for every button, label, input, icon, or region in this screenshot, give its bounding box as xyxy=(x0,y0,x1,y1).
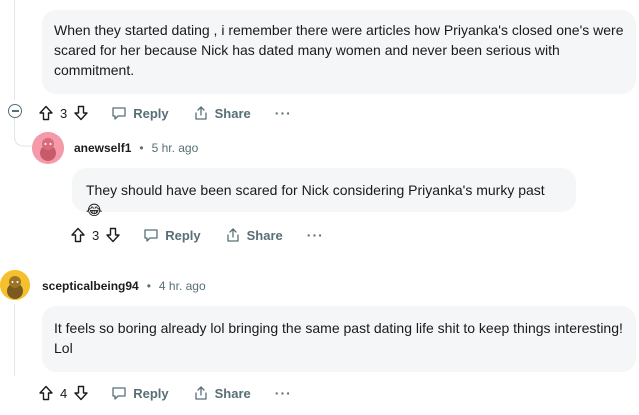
comment-header: anewself1 • 5 hr. ago xyxy=(74,141,198,155)
reply-button[interactable]: Reply xyxy=(111,105,169,121)
share-label: Share xyxy=(246,227,283,243)
reply-button[interactable]: Reply xyxy=(111,385,169,401)
comment-body: They should have been scared for Nick co… xyxy=(72,168,576,218)
avatar[interactable] xyxy=(32,132,64,164)
share-icon xyxy=(193,105,209,121)
comment-actions: 3 Reply Share ··· xyxy=(38,101,292,125)
separator-dot: • xyxy=(139,141,144,155)
reply-label: Reply xyxy=(165,227,201,243)
comment-text: It feels so boring already lol bringing … xyxy=(54,320,623,356)
upvote-icon[interactable] xyxy=(38,105,54,121)
more-options-button[interactable]: ··· xyxy=(275,105,292,121)
username[interactable]: scepticalbeing94 xyxy=(42,279,139,293)
thread-line xyxy=(14,0,15,100)
share-label: Share xyxy=(214,105,251,121)
vote-count: 4 xyxy=(60,385,68,401)
upvote-icon[interactable] xyxy=(38,385,54,401)
share-icon xyxy=(193,385,209,401)
timestamp[interactable]: 4 hr. ago xyxy=(159,279,206,293)
avatar[interactable] xyxy=(0,270,30,300)
reply-label: Reply xyxy=(133,385,169,401)
share-button[interactable]: Share xyxy=(193,385,251,401)
comment-body: It feels so boring already lol bringing … xyxy=(42,306,636,372)
comment-icon xyxy=(143,227,159,243)
separator-dot: • xyxy=(146,279,151,293)
vote-count: 3 xyxy=(60,105,68,121)
more-options-button[interactable]: ··· xyxy=(275,385,292,401)
vote-count: 3 xyxy=(92,227,100,243)
share-label: Share xyxy=(214,385,251,401)
comment-text: They should have been scared for Nick co… xyxy=(86,182,545,218)
comment-actions: 4 Reply Share ··· xyxy=(38,381,292,405)
reply-button[interactable]: Reply xyxy=(143,227,201,243)
comment-icon xyxy=(111,385,127,401)
upvote-icon[interactable] xyxy=(70,227,86,243)
comment-body: When they started dating , i remember th… xyxy=(42,10,636,94)
username[interactable]: anewself1 xyxy=(74,141,131,155)
share-button[interactable]: Share xyxy=(193,105,251,121)
timestamp[interactable]: 5 hr. ago xyxy=(152,141,199,155)
more-options-button[interactable]: ··· xyxy=(307,227,324,243)
share-button[interactable]: Share xyxy=(225,227,283,243)
downvote-icon[interactable] xyxy=(73,105,89,121)
share-icon xyxy=(225,227,241,243)
downvote-icon[interactable] xyxy=(73,385,89,401)
comment-actions: 3 Reply Share ··· xyxy=(70,223,324,247)
comment-text: When they started dating , i remember th… xyxy=(54,22,624,78)
thread-line xyxy=(14,304,15,376)
downvote-icon[interactable] xyxy=(105,227,121,243)
comment-icon xyxy=(111,105,127,121)
reply-label: Reply xyxy=(133,105,169,121)
comment-header: scepticalbeing94 • 4 hr. ago xyxy=(42,279,206,293)
collapse-thread-button[interactable] xyxy=(8,104,22,118)
